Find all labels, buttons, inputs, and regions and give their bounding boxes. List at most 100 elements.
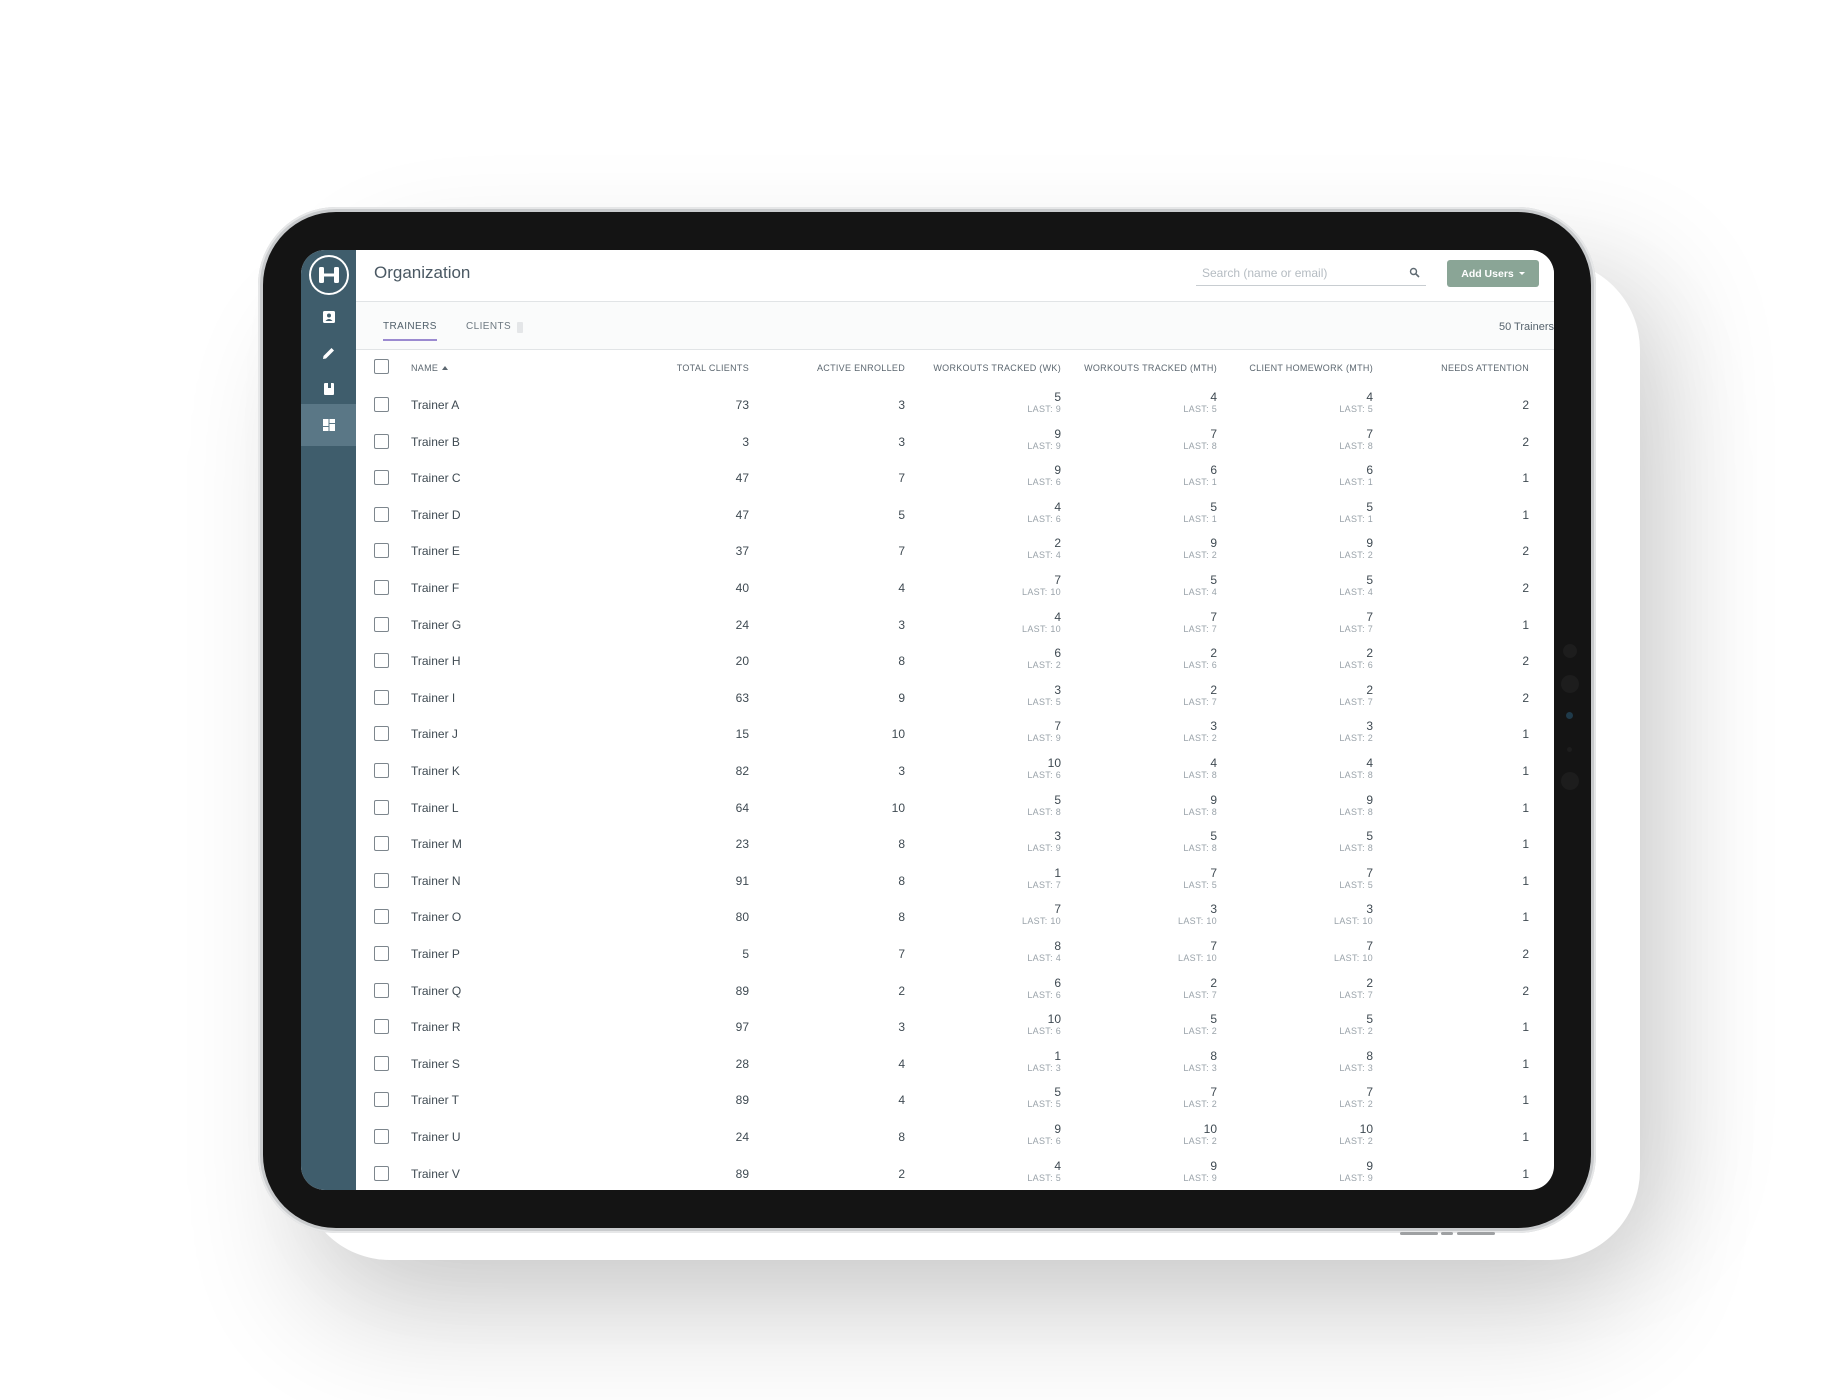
row-checkbox[interactable] (374, 1165, 389, 1181)
trainers-table: NAME TOTAL CLIENTS ACTIVE ENROLLED WORKO… (356, 350, 1554, 1190)
row-checkbox[interactable] (374, 872, 389, 888)
row-checkbox[interactable] (374, 799, 389, 815)
table-row[interactable]: Trainer T 89 4 5 LAST: 5 7 LAST: 2 7 LAST: 21 (356, 1081, 1554, 1118)
column-header-active-enrolled[interactable]: ACTIVE ENROLLED (817, 363, 905, 373)
row-checkbox[interactable] (374, 982, 389, 998)
column-header-total-clients[interactable]: TOTAL CLIENTS (677, 363, 749, 373)
workouts-wk-value: 2 (1054, 536, 1061, 551)
trainer-name[interactable]: Trainer I (411, 691, 455, 705)
column-header-homework-mth[interactable]: CLIENT HOMEWORK (MTH) (1249, 363, 1373, 373)
trainer-name[interactable]: Trainer K (411, 764, 460, 778)
table-row[interactable]: Trainer N 91 8 1 LAST: 7 7 LAST: 5 7 LAST: 51 (356, 862, 1554, 899)
row-checkbox[interactable] (374, 543, 389, 559)
row-checkbox[interactable] (374, 470, 389, 486)
row-checkbox[interactable] (374, 1092, 389, 1108)
table-row[interactable]: Trainer D 47 5 4 LAST: 6 5 LAST: 1 5 LAST: 11 (356, 496, 1554, 533)
trainer-name[interactable]: Trainer S (411, 1057, 460, 1071)
column-header-name[interactable]: NAME (411, 363, 449, 373)
table-row[interactable]: Trainer V 89 2 4 LAST: 5 9 LAST: 9 9 LAST: 91 (356, 1155, 1554, 1190)
table-row[interactable]: Trainer U 24 8 9 LAST: 6 10 LAST: 2 10 LAST: 21 (356, 1118, 1554, 1155)
add-users-button[interactable]: Add Users (1447, 260, 1539, 287)
trainer-name[interactable]: Trainer O (411, 910, 461, 924)
row-checkbox[interactable] (374, 1055, 389, 1071)
tab-clients[interactable]: CLIENTS (466, 321, 511, 339)
table-row[interactable]: Trainer H 20 8 6 LAST: 2 2 LAST: 6 2 LAST: 62 (356, 642, 1554, 679)
trainer-name[interactable]: Trainer D (411, 508, 461, 522)
row-checkbox[interactable] (374, 653, 389, 669)
search-icon[interactable] (1409, 265, 1420, 283)
row-checkbox[interactable] (374, 946, 389, 961)
table-row[interactable]: Trainer I 63 9 3 LAST: 5 2 LAST: 7 2 LAST: 72 (356, 679, 1554, 716)
column-header-workouts-mth[interactable]: WORKOUTS TRACKED (MTH) (1084, 363, 1217, 373)
workouts-mth-last: LAST: 8 (1183, 843, 1217, 854)
search-box[interactable] (1196, 260, 1426, 286)
table-row[interactable]: Trainer G 24 3 4 LAST: 10 7 LAST: 7 7 LAST: 71 (356, 606, 1554, 643)
trainer-name[interactable]: Trainer V (411, 1167, 460, 1181)
table-row[interactable]: Trainer M 23 8 3 LAST: 9 5 LAST: 8 5 LAST: 81 (356, 825, 1554, 862)
trainer-name[interactable]: Trainer T (411, 1093, 459, 1107)
row-checkbox[interactable] (374, 836, 389, 852)
trainer-name[interactable]: Trainer C (411, 471, 461, 485)
total-clients-value: 64 (735, 800, 749, 815)
total-clients-value: 24 (735, 1130, 749, 1144)
trainer-name[interactable]: Trainer Q (411, 984, 461, 998)
homework-mth-cell: 10 LAST: 2 (1339, 1123, 1373, 1146)
table-row[interactable]: Trainer C 47 7 9 LAST: 6 6 LAST: 1 6 LAST: 11 (356, 459, 1554, 496)
table-row[interactable]: Trainer O 80 8 7 LAST: 10 3 LAST: 10 3 LAST: 10 1 (356, 898, 1554, 935)
column-header-workouts-wk[interactable]: WORKOUTS TRACKED (WK) (933, 363, 1061, 373)
needs-attention-value: 2 (1522, 690, 1529, 705)
trainer-name[interactable]: Trainer E (411, 544, 460, 558)
trainer-name[interactable]: Trainer R (411, 1020, 461, 1034)
homework-mth-value: 3 (1366, 719, 1373, 734)
table-row[interactable]: Trainer A 73 3 5 LAST: 9 4 LAST: 5 4 LAST: 52 (356, 386, 1554, 423)
workouts-wk-last: LAST: 9 (1027, 440, 1061, 451)
workouts-mth-value: 9 (1210, 536, 1217, 551)
trainer-name[interactable]: Trainer F (411, 581, 459, 595)
sidebar-item-dashboard[interactable] (301, 404, 356, 446)
homework-mth-value: 9 (1366, 792, 1373, 807)
active-enrolled-value: 7 (898, 471, 905, 486)
row-checkbox[interactable] (374, 580, 389, 595)
table-row[interactable]: Trainer L 64 10 5 LAST: 8 9 LAST: 8 9 LAST: 81 (356, 789, 1554, 826)
row-checkbox[interactable] (374, 726, 389, 742)
search-input[interactable] (1196, 260, 1398, 286)
row-checkbox[interactable] (374, 763, 389, 778)
workouts-wk-cell: 5 LAST: 5 (1027, 1086, 1061, 1109)
trainer-name[interactable]: Trainer G (411, 618, 461, 632)
workouts-wk-value: 7 (1054, 902, 1061, 917)
trainer-name[interactable]: Trainer N (411, 874, 461, 888)
homework-mth-cell: 9 LAST: 9 (1339, 1160, 1373, 1183)
table-row[interactable]: Trainer B 3 3 9 LAST: 9 7 LAST: 8 7 LAST: 82 (356, 423, 1554, 460)
row-checkbox[interactable] (374, 397, 389, 412)
app-logo[interactable] (309, 255, 349, 295)
trainer-name[interactable]: Trainer P (411, 947, 460, 961)
tab-trainers[interactable]: TRAINERS (383, 321, 437, 341)
table-row[interactable]: Trainer P 5 7 8 LAST: 4 7 LAST: 10 7 LAST: 10 2 (356, 935, 1554, 972)
workouts-mth-value: 6 (1210, 463, 1217, 478)
table-row[interactable]: Trainer S 28 4 1 LAST: 3 8 LAST: 3 8 LAST: 31 (356, 1045, 1554, 1082)
trainer-name[interactable]: Trainer M (411, 837, 462, 851)
row-checkbox[interactable] (374, 433, 389, 449)
row-checkbox[interactable] (374, 616, 389, 632)
table-row[interactable]: Trainer R 97 3 10 LAST: 6 5 LAST: 2 5 LAST: 21 (356, 1008, 1554, 1045)
trainer-name[interactable]: Trainer B (411, 435, 460, 449)
trainer-name[interactable]: Trainer J (411, 727, 458, 741)
column-header-needs-attention[interactable]: NEEDS ATTENTION (1441, 363, 1529, 373)
row-checkbox[interactable] (374, 689, 389, 705)
table-row[interactable]: Trainer J 15 10 7 LAST: 9 3 LAST: 2 3 LAST: 21 (356, 715, 1554, 752)
row-checkbox[interactable] (374, 909, 389, 925)
table-row[interactable]: Trainer K 82 3 10 LAST: 6 4 LAST: 8 4 LAST: 81 (356, 752, 1554, 789)
trainer-name[interactable]: Trainer H (411, 654, 461, 668)
workouts-wk-cell: 9 LAST: 6 (1027, 1123, 1061, 1146)
trainer-name[interactable]: Trainer U (411, 1130, 461, 1144)
row-checkbox[interactable] (374, 1019, 389, 1035)
table-row[interactable]: Trainer F 40 4 7 LAST: 10 5 LAST: 4 5 LAST: 42 (356, 569, 1554, 606)
trainer-name[interactable]: Trainer L (411, 801, 459, 815)
homework-mth-value: 3 (1366, 902, 1373, 917)
row-checkbox[interactable] (374, 1129, 389, 1144)
select-all-checkbox[interactable] (374, 359, 389, 374)
table-row[interactable]: Trainer Q 89 2 6 LAST: 6 2 LAST: 7 2 LAST: 72 (356, 972, 1554, 1009)
trainer-name[interactable]: Trainer A (411, 398, 459, 412)
table-row[interactable]: Trainer E 37 7 2 LAST: 4 9 LAST: 2 9 LAST: 22 (356, 532, 1554, 569)
row-checkbox[interactable] (374, 506, 389, 522)
